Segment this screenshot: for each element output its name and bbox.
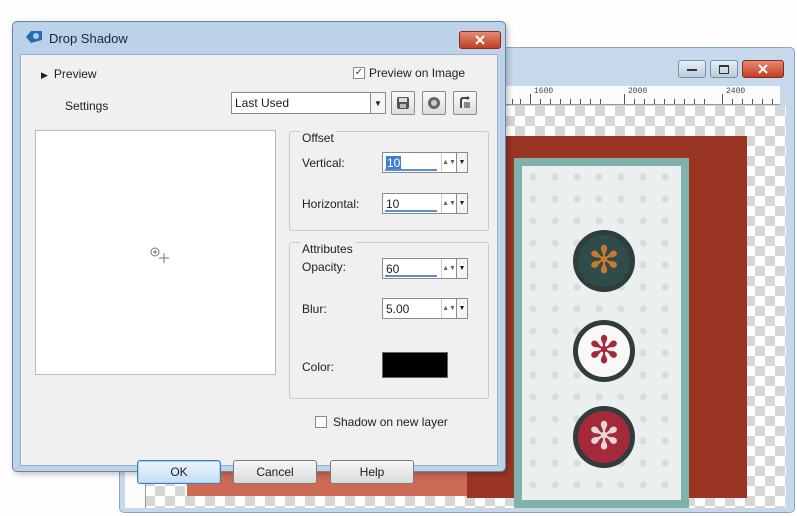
chevron-down-icon[interactable]: ▼ xyxy=(456,259,467,278)
save-preset-icon xyxy=(397,97,409,109)
presets-button[interactable] xyxy=(422,91,446,115)
presets-icon xyxy=(428,97,440,109)
horizontal-spinner[interactable]: 10 ▲▼ ▼ xyxy=(382,193,468,214)
shadow-color-swatch[interactable] xyxy=(382,352,448,378)
close-icon xyxy=(475,35,485,45)
preview-toggle-label: Preview xyxy=(53,67,97,81)
opacity-label: Opacity: xyxy=(302,260,347,274)
preview-toggle[interactable]: ▶ Preview xyxy=(41,67,97,81)
attributes-group: Attributes Opacity: 60 ▲▼ ▼ Blur: 5.00 ▲… xyxy=(289,242,489,399)
spinner-arrows-icon[interactable]: ▲▼ xyxy=(441,194,456,213)
spinner-arrows-icon[interactable]: ▲▼ xyxy=(441,299,456,318)
app-icon xyxy=(26,31,42,43)
horizontal-value: 10 xyxy=(386,196,400,211)
settings-value: Last Used xyxy=(235,96,290,110)
blur-spinner[interactable]: 5.00 ▲▼ ▼ xyxy=(382,298,468,319)
chevron-down-icon: ▼ xyxy=(370,93,385,113)
attributes-title: Attributes xyxy=(300,242,355,256)
close-icon xyxy=(758,64,768,74)
checkbox-unchecked-icon xyxy=(315,416,327,428)
preview-pane[interactable] xyxy=(35,130,276,375)
help-button[interactable]: Help xyxy=(330,460,414,484)
horizontal-ruler: 1600 2000 2400 xyxy=(498,86,780,105)
ok-button[interactable]: OK xyxy=(137,460,221,484)
dialog-close-button[interactable] xyxy=(459,31,501,49)
ruler-label: 2400 xyxy=(726,87,746,96)
color-label: Color: xyxy=(302,360,335,374)
reset-icon xyxy=(460,96,470,108)
drop-shadow-dialog: Drop Shadow ▶ Preview ✓ Preview on Image … xyxy=(12,21,506,484)
expand-arrow-icon: ▶ xyxy=(41,70,48,80)
spinner-arrows-icon[interactable]: ▲▼ xyxy=(441,153,456,172)
horizontal-label: Horizontal: xyxy=(302,197,360,211)
zoom-cursor-icon xyxy=(150,247,169,263)
chevron-down-icon[interactable]: ▼ xyxy=(456,194,467,213)
ruler-label: 1600 xyxy=(534,87,554,96)
maximize-icon xyxy=(719,64,729,74)
ornament-dark: ✻ xyxy=(573,230,635,292)
ornament-white: ✻ xyxy=(573,320,635,382)
snowflake-icon: ✻ xyxy=(588,416,620,458)
vertical-value: 10 xyxy=(386,155,402,170)
dialog-client: ▶ Preview ✓ Preview on Image Settings Las… xyxy=(20,54,498,484)
settings-dropdown[interactable]: Last Used ▼ xyxy=(231,92,386,114)
dialog-title: Drop Shadow xyxy=(49,31,128,46)
preview-on-image-label: Preview on Image xyxy=(369,66,466,80)
minimize-button[interactable] xyxy=(678,60,706,78)
chevron-down-icon[interactable]: ▼ xyxy=(456,299,467,318)
blur-value: 5.00 xyxy=(386,301,410,316)
snowflake-icon: ✻ xyxy=(588,240,620,282)
opacity-spinner[interactable]: 60 ▲▼ ▼ xyxy=(382,258,468,279)
snowflake-icon: ✻ xyxy=(588,330,620,372)
cancel-button[interactable]: Cancel xyxy=(233,460,317,484)
close-window-button[interactable] xyxy=(742,60,784,78)
save-preset-button[interactable] xyxy=(391,91,415,115)
blur-label: Blur: xyxy=(302,302,327,316)
shadow-on-new-layer-label: Shadow on new layer xyxy=(333,415,448,429)
offset-group: Offset Vertical: 10 ▲▼ ▼ Horizontal: 10 … xyxy=(289,131,489,231)
settings-label: Settings xyxy=(65,99,109,113)
preview-on-image-checkbox[interactable]: ✓ Preview on Image xyxy=(353,66,465,80)
opacity-value: 60 xyxy=(386,261,400,276)
shadow-on-new-layer-checkbox[interactable]: Shadow on new layer xyxy=(315,415,448,429)
ruler-label: 2000 xyxy=(628,87,648,96)
offset-title: Offset xyxy=(300,131,336,145)
vertical-label: Vertical: xyxy=(302,156,345,170)
chevron-down-icon[interactable]: ▼ xyxy=(456,153,467,172)
minimize-icon xyxy=(687,69,697,71)
vertical-spinner[interactable]: 10 ▲▼ ▼ xyxy=(382,152,468,173)
checkbox-checked-icon: ✓ xyxy=(353,67,365,79)
spinner-arrows-icon[interactable]: ▲▼ xyxy=(441,259,456,278)
maximize-button[interactable] xyxy=(710,60,738,78)
ornament-red: ✻ xyxy=(573,406,635,468)
reset-button[interactable] xyxy=(453,91,477,115)
